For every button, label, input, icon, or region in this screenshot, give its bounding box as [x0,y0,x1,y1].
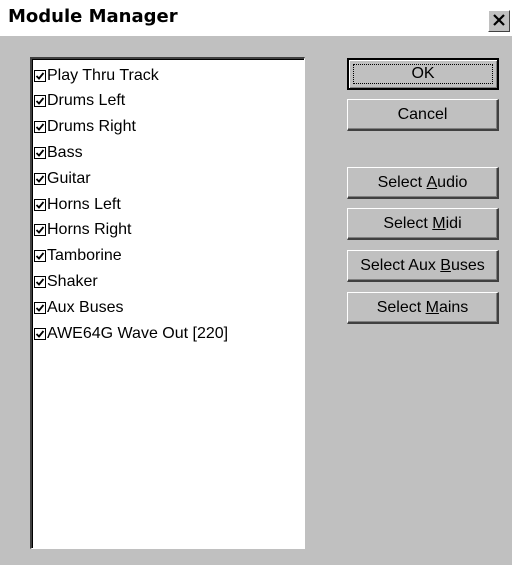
module-label: Tamborine [47,247,122,265]
module-checkbox[interactable] [34,224,46,237]
cancel-button[interactable]: Cancel [347,99,499,131]
select-aux-buses-label-pre: Select Aux [360,256,441,274]
focus-rectangle [353,64,493,84]
module-label: Horns Right [47,221,132,239]
module-list-item[interactable]: Guitar [34,166,91,191]
module-label: Shaker [47,272,98,290]
module-label: Guitar [47,169,91,187]
select-mains-button[interactable]: Select Mains [347,292,499,324]
module-checkbox[interactable] [34,327,46,340]
module-checkbox[interactable] [34,69,46,82]
module-list-item[interactable]: Horns Right [34,218,131,243]
select-mains-label-hotkey: M [425,298,439,316]
module-list-item[interactable]: Play Thru Track [34,63,159,88]
checkmark-icon [35,174,45,184]
select-audio-label-post: udio [437,173,468,191]
select-audio-button[interactable]: Select Audio [347,167,499,199]
checkmark-icon [35,148,45,158]
module-list-item[interactable]: Drums Left [34,89,125,114]
module-list-item[interactable]: AWE64G Wave Out [220] [34,321,228,346]
module-list[interactable]: Play Thru Track Drums Left Drums Right Bass… [30,57,305,549]
module-checkbox[interactable] [34,275,46,288]
module-label: Play Thru Track [47,66,159,84]
module-checkbox[interactable] [34,121,46,134]
select-midi-label-hotkey: M [432,214,446,232]
module-label: AWE64G Wave Out [220] [47,324,229,342]
module-label: Horns Left [47,195,121,213]
module-list-item[interactable]: Horns Left [34,192,121,217]
checkmark-icon [35,71,45,81]
module-checkbox[interactable] [34,146,46,159]
checkmark-icon [35,225,45,235]
dialog-title: Module Manager [8,6,178,27]
close-button[interactable] [488,10,510,32]
checkmark-icon [35,122,45,132]
select-aux-buses-button[interactable]: Select Aux Buses [347,250,499,282]
select-audio-label-hotkey: A [426,173,438,191]
module-checkbox[interactable] [34,95,46,108]
module-manager-dialog: Module Manager Play Thru Track Drums Left… [0,0,512,565]
select-mains-label-post: ains [438,298,469,316]
checkmark-icon [35,96,45,106]
cancel-button-label: Cancel [397,105,448,123]
module-list-item[interactable]: Aux Buses [34,295,123,320]
checkmark-icon [35,303,45,313]
module-label: Bass [47,143,83,161]
module-list-item[interactable]: Shaker [34,269,98,294]
select-aux-buses-label-post: uses [450,256,485,274]
module-list-item[interactable]: Bass [34,140,83,165]
checkmark-icon [35,251,45,261]
module-list-item[interactable]: Drums Right [34,115,136,140]
ok-button[interactable]: OK [347,58,499,90]
close-icon [493,10,505,31]
module-checkbox[interactable] [34,250,46,263]
title-bar: Module Manager [0,0,512,36]
module-checkbox[interactable] [34,301,46,314]
checkmark-icon [35,200,45,210]
select-midi-label-post: idi [445,214,462,232]
select-midi-label-pre: Select [383,214,433,232]
module-label: Drums Left [47,92,126,110]
checkmark-icon [35,277,45,287]
select-aux-buses-label-hotkey: B [440,256,451,274]
checkmark-icon [35,329,45,339]
module-checkbox[interactable] [34,172,46,185]
module-label: Aux Buses [47,298,124,316]
module-label: Drums Right [47,118,136,136]
select-midi-button[interactable]: Select Midi [347,208,499,240]
module-list-item[interactable]: Tamborine [34,244,122,269]
module-checkbox[interactable] [34,198,46,211]
select-mains-label-pre: Select [376,298,426,316]
select-audio-label-pre: Select [377,173,427,191]
